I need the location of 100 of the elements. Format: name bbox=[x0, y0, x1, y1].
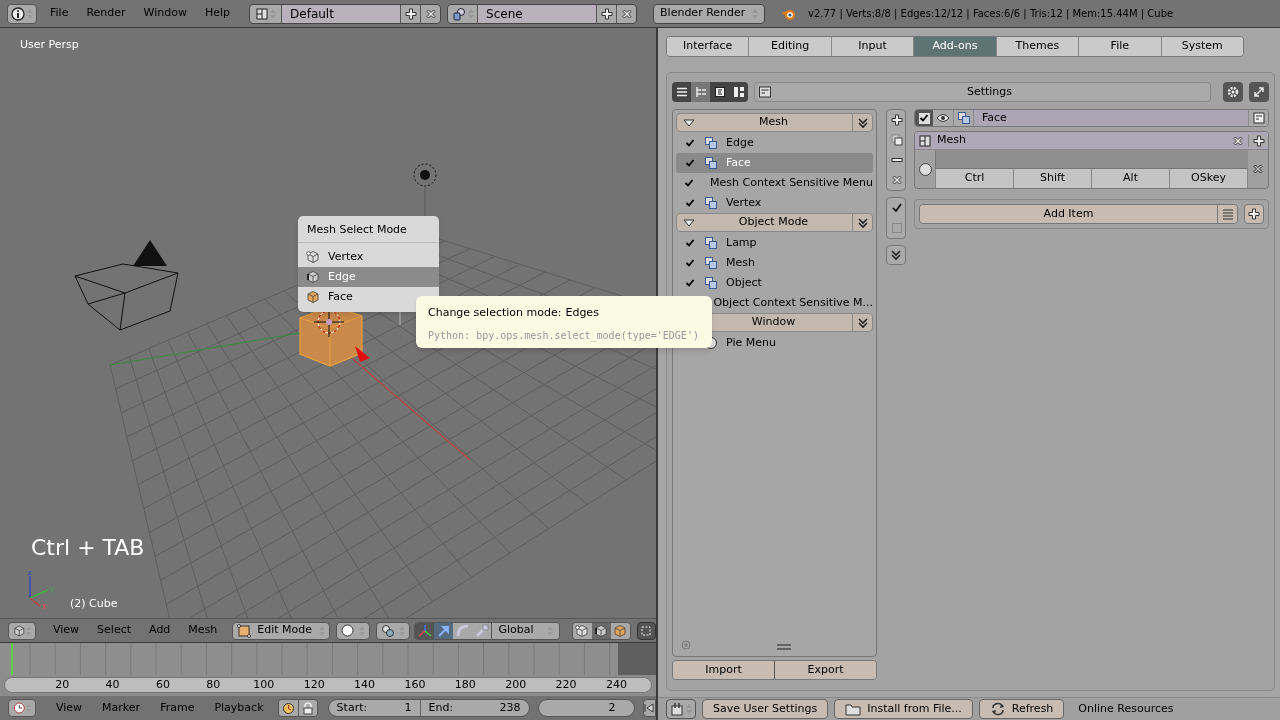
keymap-list-item[interactable]: Object bbox=[676, 273, 873, 293]
tab[interactable]: Interface bbox=[667, 37, 749, 56]
gear-icon bbox=[1226, 85, 1240, 99]
frame-number: 160 bbox=[403, 676, 427, 693]
menu-item[interactable]: Vertex bbox=[298, 247, 439, 267]
menu-item[interactable]: View bbox=[44, 622, 89, 639]
modifier-key-button[interactable]: Shift bbox=[1013, 169, 1091, 188]
add-button[interactable] bbox=[1248, 134, 1268, 147]
modifier-key-button[interactable]: Ctrl bbox=[935, 169, 1013, 188]
tab[interactable]: System bbox=[1160, 37, 1243, 56]
up-down-arrows-icon bbox=[546, 624, 553, 637]
shading-dropdown[interactable] bbox=[336, 621, 371, 640]
auto-keying-button[interactable] bbox=[278, 700, 298, 716]
tooltip-value: Edges bbox=[565, 305, 599, 321]
select-mode-button[interactable] bbox=[591, 622, 611, 639]
double-chevron-icon bbox=[856, 316, 869, 329]
checkbox[interactable] bbox=[684, 197, 696, 209]
checkbox[interactable] bbox=[684, 237, 696, 249]
visibility-toggle[interactable] bbox=[933, 110, 953, 126]
scene-statistics: v2.77 | Verts:8/8 | Edges:12/12 | Faces:6/6 | Tris:12 | Mem:15.44M | Cube bbox=[808, 7, 1174, 21]
tab[interactable]: Input bbox=[830, 37, 914, 56]
menu-item[interactable]: Frame bbox=[150, 699, 205, 717]
pivot-dropdown[interactable] bbox=[376, 621, 411, 640]
keymap-icon bbox=[704, 136, 718, 150]
editor-type-button[interactable] bbox=[7, 3, 37, 24]
lock-button[interactable] bbox=[297, 700, 317, 716]
checkbox[interactable] bbox=[684, 277, 696, 289]
tab[interactable]: Editing bbox=[748, 37, 831, 56]
menu-item[interactable]: Mesh bbox=[179, 622, 227, 639]
preferences-icon-button[interactable] bbox=[1223, 82, 1243, 102]
properties-button[interactable] bbox=[1248, 110, 1268, 126]
tab[interactable]: Themes bbox=[995, 37, 1079, 56]
footer-button[interactable]: Install from File... bbox=[834, 699, 973, 719]
keymap-list-item[interactable]: Mesh Context Sensitive Menu bbox=[676, 173, 873, 193]
radio-button[interactable] bbox=[918, 162, 932, 176]
keymap-list-item[interactable]: Lamp bbox=[676, 233, 873, 253]
category-header[interactable]: Mesh bbox=[676, 113, 873, 132]
edit-mode-icon bbox=[237, 623, 252, 638]
occlude-geometry-button[interactable] bbox=[636, 621, 656, 640]
lamp-drawing bbox=[413, 163, 437, 187]
menu-item[interactable]: Select bbox=[88, 622, 141, 639]
scale-handle-icon bbox=[474, 623, 489, 638]
menu-item[interactable]: Add bbox=[140, 622, 180, 639]
expand-all-button[interactable] bbox=[886, 245, 906, 265]
import-button[interactable]: Import bbox=[673, 661, 774, 679]
up-down-arrows-icon bbox=[25, 624, 31, 637]
check-icon bbox=[919, 113, 929, 123]
jump-start-button[interactable] bbox=[642, 699, 656, 717]
frame-number: 240 bbox=[605, 676, 628, 693]
object-name-label: (2) Cube bbox=[70, 596, 118, 612]
editor-type-button[interactable] bbox=[8, 699, 36, 717]
eye-icon bbox=[936, 113, 950, 123]
arrow-icon bbox=[436, 623, 451, 638]
translate-button[interactable] bbox=[434, 622, 454, 639]
checkbox[interactable] bbox=[684, 137, 696, 149]
rotate-button[interactable] bbox=[453, 622, 473, 639]
mode-dropdown[interactable]: Edit Mode bbox=[232, 621, 331, 640]
footer-button[interactable]: Save User Settings bbox=[702, 699, 829, 719]
face-select-icon bbox=[306, 290, 320, 304]
add-button[interactable] bbox=[1244, 204, 1264, 224]
menu-item[interactable]: Playback bbox=[204, 699, 274, 717]
keymap-list-item[interactable]: Vertex bbox=[676, 193, 873, 213]
checkbox[interactable] bbox=[684, 177, 694, 189]
menu-item[interactable]: Help bbox=[195, 5, 240, 22]
plus-icon bbox=[891, 114, 903, 126]
up-down-arrows-icon bbox=[359, 624, 366, 637]
menu-item[interactable]: View bbox=[46, 699, 93, 717]
checkbox[interactable] bbox=[915, 110, 933, 126]
add-item-button[interactable]: Add Item bbox=[920, 205, 1217, 223]
menu-item[interactable]: Render bbox=[77, 5, 135, 22]
tab[interactable]: Add-ons bbox=[913, 37, 996, 56]
scale-button[interactable] bbox=[472, 622, 492, 639]
modifier-key-button[interactable]: Alt bbox=[1091, 169, 1169, 188]
frame-number: 40 bbox=[104, 676, 121, 693]
menu-item[interactable]: Window bbox=[134, 5, 196, 22]
frame-number: 200 bbox=[504, 676, 528, 693]
export-button[interactable]: Export bbox=[774, 661, 876, 679]
menu-item[interactable]: Marker bbox=[92, 699, 151, 717]
current-frame-field[interactable]: 2 bbox=[537, 699, 635, 717]
axes-icon bbox=[417, 623, 432, 638]
menu-item[interactable]: File bbox=[41, 5, 78, 22]
keymap-icon bbox=[704, 256, 718, 270]
checkbox-icon bbox=[891, 202, 903, 214]
category-header[interactable]: Object Mode bbox=[676, 213, 873, 232]
checkbox[interactable] bbox=[684, 257, 696, 269]
refresh-icon bbox=[989, 702, 1006, 716]
modifier-key-button[interactable]: OSkey bbox=[1169, 169, 1247, 188]
tab[interactable]: File bbox=[1078, 37, 1161, 56]
keymap-list-item[interactable]: Edge bbox=[676, 133, 873, 153]
fullscreen-button[interactable] bbox=[1249, 82, 1269, 102]
orientation-dropdown[interactable]: Global bbox=[491, 622, 559, 639]
cube-icon bbox=[13, 623, 26, 638]
manipulator-toggle[interactable] bbox=[415, 622, 435, 639]
checkbox[interactable] bbox=[684, 157, 696, 169]
online-resources-link[interactable]: Online Resources bbox=[1078, 700, 1174, 718]
keymap-list-item[interactable]: Mesh bbox=[676, 253, 873, 273]
render-engine-dropdown[interactable]: Blender Render bbox=[653, 3, 766, 24]
frame-number: 60 bbox=[154, 676, 171, 693]
footer-button[interactable]: Refresh bbox=[978, 699, 1065, 719]
select-mode-button[interactable] bbox=[572, 622, 592, 639]
